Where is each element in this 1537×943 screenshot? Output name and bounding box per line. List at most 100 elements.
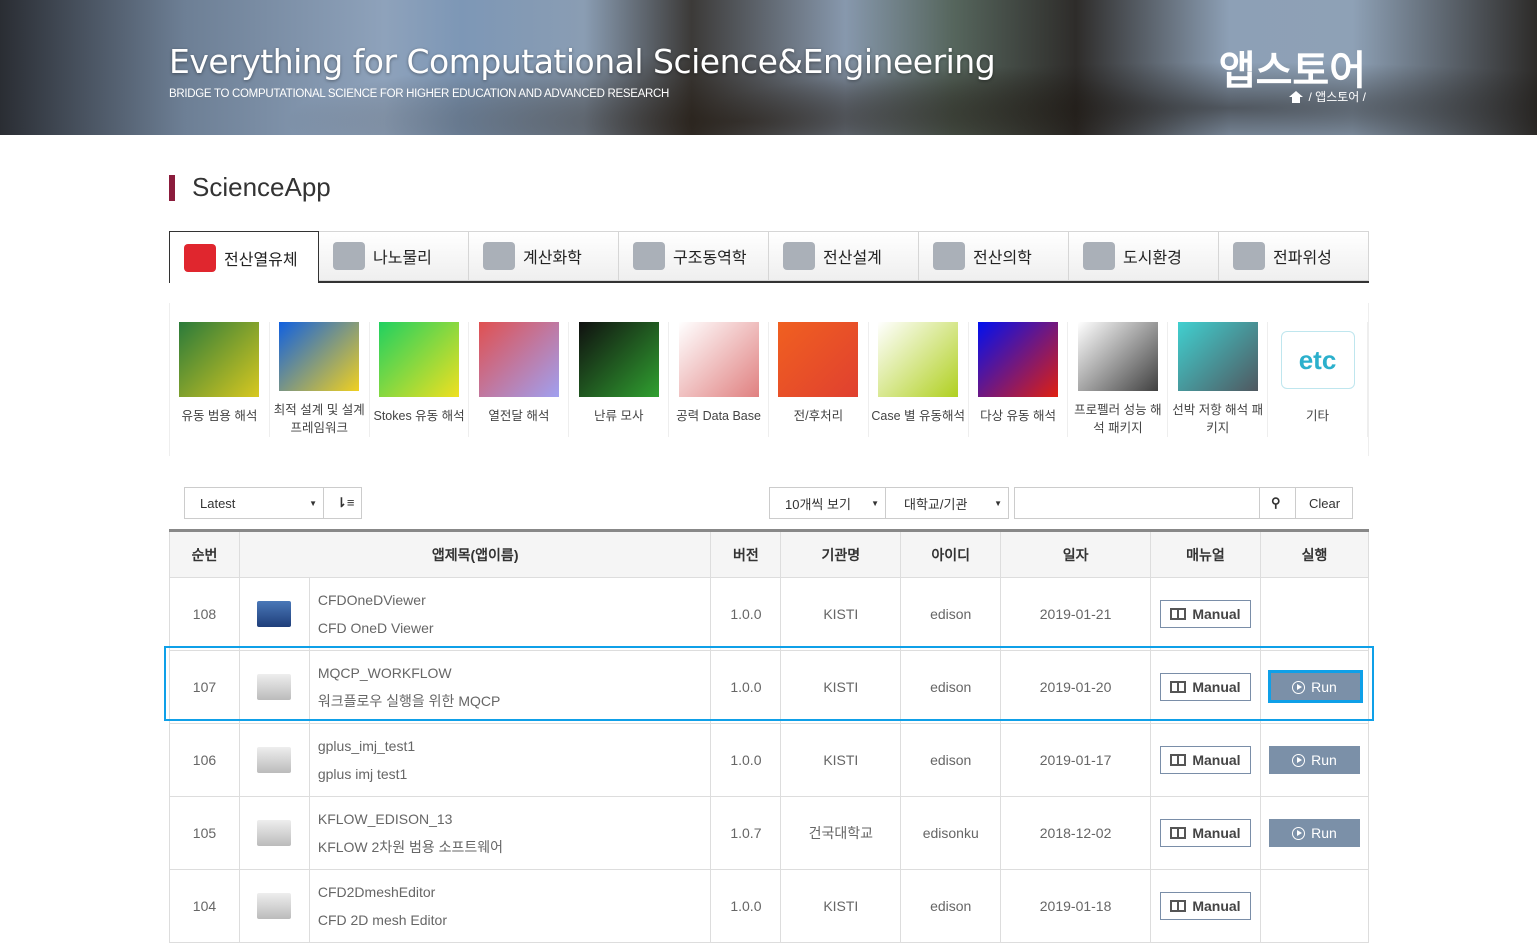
app-name[interactable]: CFDOneDViewer [318,586,711,614]
row-number: 104 [169,869,240,943]
manual-cell: Manual [1149,650,1261,724]
subcategory-list: 유동 범용 해석 최적 설계 및 설계 프레임워크 Stokes 유동 해석 열전달 … [169,303,1369,456]
column-header: 버전 [710,530,782,578]
manual-label: Manual [1192,825,1241,841]
run-cell: Run [1259,650,1370,724]
category-label: 전/후처리 [793,409,844,423]
category-item[interactable]: etc 기타 [1268,322,1368,437]
sort-select[interactable]: Latest ▼ [184,487,324,519]
date: 2019-01-21 [1000,577,1151,651]
category-label: Case 별 유동해석 [871,409,966,423]
org-value: 대학교/기관 [904,496,968,512]
app-icon [257,747,292,773]
sort-order-button[interactable]: ⇂≡ [323,487,362,519]
category-thumbnail [878,322,959,397]
app-icon [257,601,292,627]
category-item[interactable]: 공력 Data Base [669,322,769,437]
hero-title: Everything for Computational Science&Eng… [169,42,996,81]
category-item[interactable]: 선박 저항 해석 패키지 [1168,322,1269,437]
category-thumbnail [678,322,759,397]
category-item[interactable]: 프로펠러 성능 해석 패키지 [1068,322,1169,437]
app-name[interactable]: gplus_imj_test1 [318,732,711,760]
tab-7[interactable]: 전파위성 [1219,231,1369,281]
page-size-select[interactable]: 10개씩 보기 ▼ [769,487,886,519]
app-description[interactable]: CFD 2D mesh Editor [318,906,711,934]
column-header: 아이디 [900,530,1002,578]
date: 2019-01-17 [1000,723,1151,797]
table-row: 107 MQCP_WORKFLOW 워크플로우 실행을 위한 MQCP 1.0.0… [169,650,1370,724]
tab-1[interactable]: 나노물리 [319,231,469,281]
app-title-cell: CFDOneDViewer CFD OneD Viewer [308,577,712,651]
row-number: 106 [169,723,240,797]
org-select[interactable]: 대학교/기관 ▼ [885,487,1009,519]
home-icon[interactable] [1288,90,1303,103]
hero-banner: Everything for Computational Science&Eng… [0,0,1537,135]
page-title: ScienceApp [192,172,331,202]
category-item[interactable]: Case 별 유동해석 [869,322,969,437]
dropdown-arrow-icon: ▼ [871,499,879,508]
tab-0[interactable]: 전산열유체 [169,231,319,283]
organization: KISTI [780,577,902,651]
app-icon-cell [238,577,310,651]
clear-button[interactable]: Clear [1295,487,1353,519]
column-header: 순번 [169,530,240,578]
search-button[interactable]: ⚲ [1259,487,1296,519]
manual-button[interactable]: Manual [1159,892,1251,920]
column-header: 일자 [1000,530,1151,578]
column-header: 앱제목(앱이름) [238,530,712,578]
search-input[interactable] [1014,487,1260,519]
manual-button[interactable]: Manual [1159,600,1251,628]
tab-label: 도시환경 [1123,250,1182,267]
app-description[interactable]: 워크플로우 실행을 위한 MQCP [318,687,711,715]
category-item[interactable]: 난류 모사 [569,322,670,437]
breadcrumb: / 앱스토어 / [1288,88,1367,105]
table-row: 108 CFDOneDViewer CFD OneD Viewer 1.0.0 K… [169,577,1370,651]
app-description[interactable]: gplus imj test1 [318,760,711,788]
run-button[interactable]: Run [1268,673,1360,701]
date: 2019-01-20 [1000,650,1151,724]
app-table: 순번 앱제목(앱이름) 버전 기관명 아이디 일자 매뉴얼 실행 108 CFDOneDVie… [169,529,1370,943]
category-thumbnail [578,322,659,397]
app-description[interactable]: CFD OneD Viewer [318,614,711,642]
run-button[interactable]: Run [1268,746,1360,774]
row-number: 105 [169,796,240,870]
category-item[interactable]: 유동 범용 해석 [170,322,270,437]
app-icon-cell [238,723,310,797]
breadcrumb-text[interactable]: / 앱스토어 / [1309,88,1367,105]
category-item[interactable]: 전/후처리 [769,322,869,437]
tab-label: 전산열유체 [224,251,298,269]
tab-category-icon [184,243,216,272]
app-name[interactable]: CFD2DmeshEditor [318,878,711,906]
tab-4[interactable]: 전산설계 [769,231,919,281]
tab-6[interactable]: 도시환경 [1069,231,1219,281]
book-icon [1170,827,1187,839]
user-id: edison [900,650,1002,724]
run-button[interactable]: Run [1268,819,1360,847]
manual-button[interactable]: Manual [1159,673,1251,701]
version: 1.0.7 [710,796,782,870]
app-icon-cell [238,796,310,870]
category-label: 공력 Data Base [676,409,761,423]
date: 2019-01-18 [1000,869,1151,943]
app-name[interactable]: MQCP_WORKFLOW [318,659,711,687]
category-item[interactable]: 열전달 해석 [469,322,570,437]
category-item[interactable]: 다상 유동 해석 [969,322,1069,437]
tab-5[interactable]: 전산의학 [919,231,1069,281]
tab-label: 구조동역학 [673,250,747,267]
manual-button[interactable]: Manual [1159,819,1251,847]
tab-category-icon [783,242,815,270]
tab-2[interactable]: 계산화학 [469,231,619,281]
manual-cell: Manual [1149,577,1261,651]
category-label: 기타 [1306,409,1330,423]
tab-3[interactable]: 구조동역학 [619,231,769,281]
run-label: Run [1311,679,1337,695]
category-item[interactable]: Stokes 유동 해석 [370,322,470,437]
tab-label: 전산설계 [823,250,882,267]
app-name[interactable]: KFLOW_EDISON_13 [318,805,711,833]
organization: KISTI [780,650,902,724]
category-label: 최적 설계 및 설계 프레임워크 [273,403,365,435]
manual-button[interactable]: Manual [1159,746,1251,774]
category-thumbnail [379,322,460,397]
app-description[interactable]: KFLOW 2차원 범용 소프트웨어 [318,833,711,861]
category-item[interactable]: 최적 설계 및 설계 프레임워크 [270,322,370,437]
